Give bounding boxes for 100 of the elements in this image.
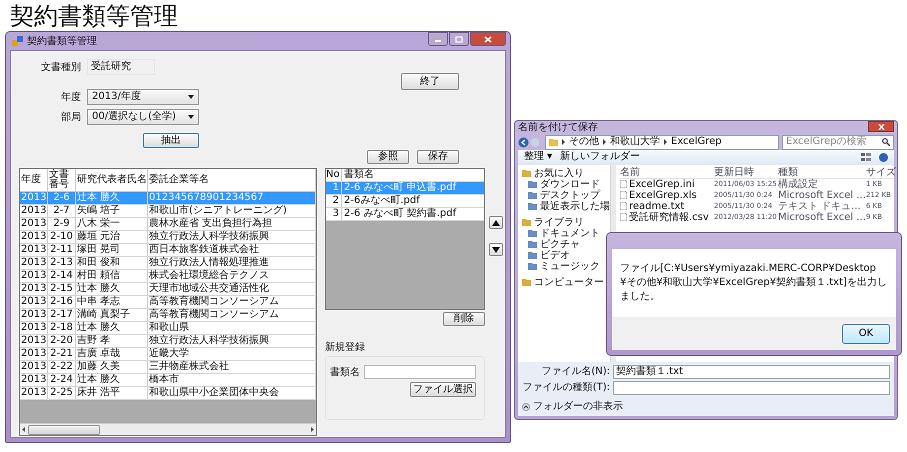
column-header[interactable]: 年度 bbox=[20, 169, 48, 191]
table-row[interactable]: 2013 2-24 辻本 勝久 橋本市 bbox=[20, 374, 316, 387]
table-cell: 加藤 久美 bbox=[76, 361, 148, 373]
horizontal-scrollbar[interactable] bbox=[20, 423, 316, 435]
table-row[interactable]: 2013 2-18 辻本 勝久 和歌山県 bbox=[20, 322, 316, 335]
field-label: ファイル名(N): bbox=[540, 366, 610, 378]
breadcrumb[interactable]: その他 bbox=[569, 136, 599, 148]
field-label: 文書種別 bbox=[40, 60, 81, 74]
table-row[interactable]: 2013 2-15 辻本 勝久 天理市地域公共交通活性化 bbox=[20, 283, 316, 296]
table-row[interactable]: 2013 2-16 中串 孝志 高等教育機関コンソーシアム bbox=[20, 296, 316, 309]
delete-button[interactable]: 削除 bbox=[443, 312, 485, 326]
table-cell: 2013 bbox=[20, 361, 48, 373]
exit-button[interactable]: 終了 bbox=[401, 73, 459, 90]
up-triangle-icon bbox=[492, 220, 500, 226]
table-row[interactable]: 2013 2-7 矢嶋 培子 和歌山市(シニアトレーニング) bbox=[20, 205, 316, 218]
table-row[interactable]: 2013 2-20 吉野 孝 独立行政法人科学技術振興 bbox=[20, 335, 316, 348]
column-header[interactable]: 更新日時 bbox=[714, 166, 778, 178]
sidebar-item[interactable]: コンピューター bbox=[522, 276, 604, 288]
file-name[interactable]: ExcelGrep.ini bbox=[620, 178, 714, 190]
close-button[interactable] bbox=[868, 121, 894, 132]
minimize-button[interactable] bbox=[428, 32, 448, 46]
close-icon bbox=[484, 36, 492, 42]
table-cell: 辻本 勝久 bbox=[76, 192, 148, 204]
table-row[interactable]: 2013 2-9 八木 栄一 農林水産省 支出負担行為担 bbox=[20, 218, 316, 231]
group-title: 新規登録 bbox=[325, 340, 365, 354]
down-triangle-icon bbox=[492, 246, 500, 252]
table-row[interactable]: 2013 2-25 床井 浩平 和歌山県中小企業団体中央会 bbox=[20, 387, 316, 400]
column-header[interactable]: 文書番号 bbox=[48, 169, 76, 191]
table-cell: 矢嶋 培子 bbox=[76, 205, 148, 217]
file-name[interactable]: readme.txt bbox=[620, 200, 714, 212]
page-title: 契約書類等管理 bbox=[9, 1, 178, 30]
table-row[interactable]: 2013 2-17 溝崎 真梨子 高等教育機関コンソーシアム bbox=[20, 309, 316, 322]
maximize-button[interactable] bbox=[449, 32, 469, 46]
organize-button[interactable]: 整理 ▾ bbox=[524, 151, 552, 164]
table-row[interactable]: 2013 2-21 吉廣 卓哉 近畿大学 bbox=[20, 348, 316, 361]
save-button[interactable]: 保存 bbox=[417, 150, 459, 164]
ok-button[interactable]: OK bbox=[842, 324, 890, 344]
right-arrow-icon[interactable] bbox=[308, 425, 316, 434]
sidebar-item[interactable]: ダウンロード bbox=[528, 178, 600, 190]
browse-button[interactable]: 参照 bbox=[367, 150, 409, 164]
column-header[interactable]: サイズ bbox=[866, 166, 894, 178]
sidebar-item[interactable]: ライブラリ bbox=[522, 216, 584, 228]
list-row[interactable]: 3 2-6 みなべ町 契約書.pdf bbox=[326, 208, 484, 221]
sidebar-item[interactable]: ミュージック bbox=[528, 260, 600, 272]
sidebar-item[interactable]: 最近表示した場 bbox=[528, 200, 610, 212]
view-icon[interactable] bbox=[861, 153, 871, 162]
sidebar-item[interactable]: ピクチャ bbox=[528, 238, 580, 250]
caret-icon bbox=[188, 115, 194, 119]
collapse-icon[interactable] bbox=[522, 402, 530, 411]
table-cell: 高等教育機関コンソーシアム bbox=[148, 296, 316, 308]
file-name[interactable]: ExcelGrep.xls bbox=[620, 190, 714, 201]
address-bar[interactable]: その他 和歌山大学 ExcelGrep bbox=[545, 134, 779, 150]
table-cell: 中串 孝志 bbox=[76, 296, 148, 308]
sidebar-item[interactable]: ドキュメント bbox=[528, 228, 600, 239]
sidebar-item[interactable]: お気に入り bbox=[522, 168, 584, 179]
table-cell: 2-10 bbox=[48, 231, 76, 243]
move-up-button[interactable] bbox=[489, 216, 503, 229]
column-header[interactable]: 研究代表者氏名 bbox=[76, 169, 148, 191]
breadcrumb[interactable]: ExcelGrep bbox=[671, 136, 722, 148]
table-cell: 2013 bbox=[20, 374, 48, 386]
hide-folders-link[interactable]: フォルダーの非表示 bbox=[533, 400, 623, 413]
table-cell: 2-7 bbox=[48, 205, 76, 217]
table-cell: 村田 頼信 bbox=[76, 270, 148, 282]
document-type-field: 受託研究 bbox=[87, 59, 155, 75]
file-name[interactable]: 受託研究情報.csv bbox=[620, 212, 714, 223]
column-header[interactable]: 名前 bbox=[620, 166, 714, 178]
extract-button[interactable]: 抽出 bbox=[143, 133, 199, 148]
table-row[interactable]: 2013 2-10 藤垣 元治 独立行政法人科学技術振興 bbox=[20, 231, 316, 244]
file-name-field[interactable]: 契約書類１.txt bbox=[613, 364, 890, 379]
folder-icon bbox=[549, 138, 558, 146]
table-cell: 2013 bbox=[20, 309, 48, 321]
app-icon bbox=[12, 36, 23, 46]
search-field[interactable]: ExcelGrepの検索 bbox=[782, 134, 894, 150]
new-folder-button[interactable]: 新しいフォルダー bbox=[560, 151, 640, 164]
sidebar-item[interactable]: ビデオ bbox=[528, 250, 570, 261]
select-file-button[interactable]: ファイル選択 bbox=[410, 382, 476, 397]
close-button[interactable] bbox=[470, 32, 506, 46]
table-cell: 2013 bbox=[20, 387, 48, 399]
table-cell: 和歌山県 bbox=[148, 322, 316, 334]
breadcrumb[interactable]: 和歌山大学 bbox=[610, 136, 660, 148]
document-name-field[interactable] bbox=[364, 365, 476, 379]
list-row[interactable]: 2 2-6みなべ町.pdf bbox=[326, 195, 484, 208]
sidebar-item[interactable]: デスクトップ bbox=[528, 190, 600, 201]
move-down-button[interactable] bbox=[489, 243, 503, 256]
table-cell-text: 構成設定 bbox=[778, 178, 819, 190]
department-dropdown[interactable]: 00/選択なし(全学) bbox=[87, 109, 199, 125]
table-cell: 辻本 勝久 bbox=[76, 322, 148, 334]
table-row[interactable]: 2013 2-13 和田 俊和 独立行政法人情報処理推進 bbox=[20, 257, 316, 270]
table-row[interactable]: 2013 2-11 塚田 晃司 西日本旅客鉄道株式会社 bbox=[20, 244, 316, 257]
column-header[interactable]: 種類 bbox=[778, 166, 866, 178]
column-header[interactable]: 委託企業等名 bbox=[148, 169, 316, 191]
table-cell: 2 bbox=[326, 195, 342, 207]
column-header[interactable]: 書類名 bbox=[342, 169, 484, 181]
table-row[interactable]: 2013 2-14 村田 頼信 株式会社環境総合テクノス bbox=[20, 270, 316, 283]
table-cell: 2-13 bbox=[48, 257, 76, 269]
column-header[interactable]: No bbox=[326, 169, 342, 181]
table-row[interactable]: 2013 2-22 加藤 久美 三井物産株式会社 bbox=[20, 361, 316, 374]
year-dropdown[interactable]: 2013/年度 bbox=[87, 89, 199, 105]
left-arrow-icon[interactable] bbox=[20, 425, 28, 434]
table-cell: 2013 bbox=[20, 205, 48, 217]
